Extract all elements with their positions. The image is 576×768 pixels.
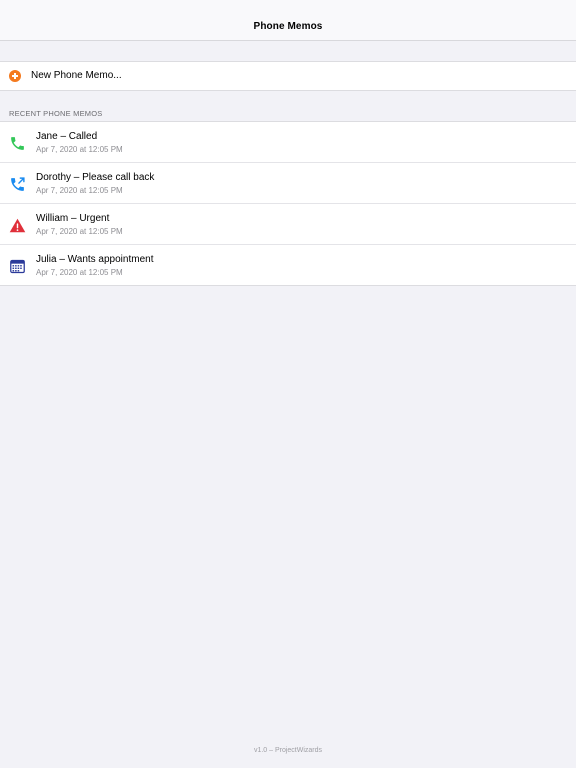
memo-title: Dorothy – Please call back [36, 172, 155, 183]
new-memo-button[interactable]: New Phone Memo... [0, 62, 576, 90]
list-item[interactable]: Jane – Called Apr 7, 2020 at 12:05 PM [0, 122, 576, 163]
phone-icon [9, 135, 26, 152]
recent-memos-list: Jane – Called Apr 7, 2020 at 12:05 PM Do… [0, 121, 576, 286]
navigation-bar: Phone Memos [0, 0, 576, 41]
list-item[interactable]: Julia – Wants appointment Apr 7, 2020 at… [0, 245, 576, 286]
warning-icon [9, 217, 26, 234]
memo-date: Apr 7, 2020 at 12:05 PM [36, 227, 123, 236]
memo-title: William – Urgent [36, 213, 110, 224]
memo-date: Apr 7, 2020 at 12:05 PM [36, 145, 123, 154]
memo-title: Jane – Called [36, 131, 98, 142]
plus-circle-icon [9, 70, 21, 82]
phone-callback-icon [9, 176, 26, 193]
new-memo-label: New Phone Memo... [31, 70, 122, 81]
version-footer: v1.0 – ProjectWizards [253, 747, 323, 754]
list-item[interactable]: William – Urgent Apr 7, 2020 at 12:05 PM [0, 204, 576, 245]
new-memo-section: New Phone Memo... [0, 61, 576, 91]
page-title: Phone Memos [253, 21, 323, 32]
list-item[interactable]: Dorothy – Please call back Apr 7, 2020 a… [0, 163, 576, 204]
memo-title: Julia – Wants appointment [36, 254, 154, 265]
memo-date: Apr 7, 2020 at 12:05 PM [36, 268, 123, 277]
recent-memos-header: RECENT PHONE MEMOS [9, 109, 103, 118]
calendar-icon [9, 258, 26, 275]
memo-date: Apr 7, 2020 at 12:05 PM [36, 186, 123, 195]
